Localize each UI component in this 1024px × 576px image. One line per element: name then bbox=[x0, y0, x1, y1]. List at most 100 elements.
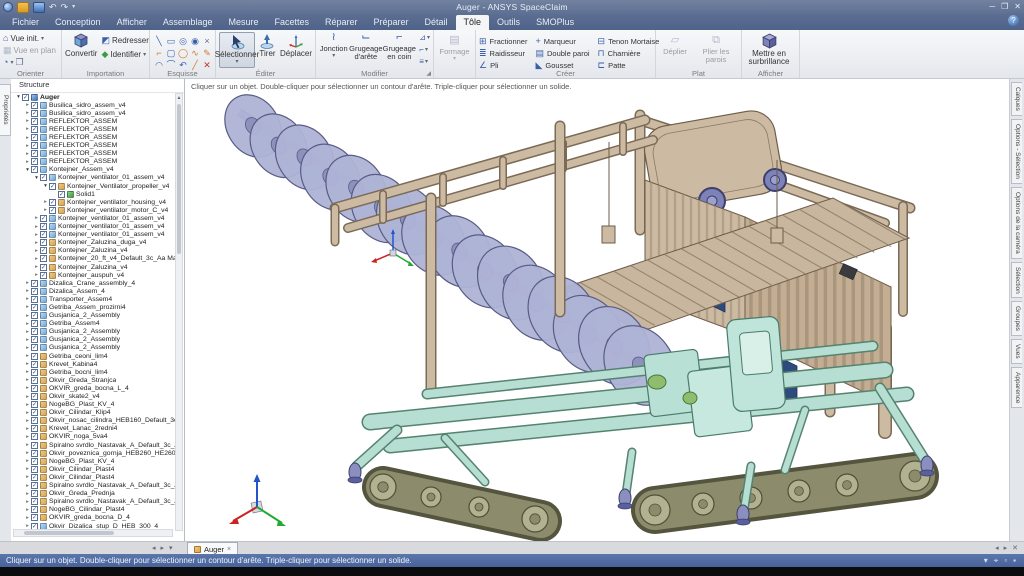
collapse-icon[interactable]: ▾ bbox=[33, 175, 40, 181]
vue-init-button[interactable]: ⌂ Vue init.▾ bbox=[3, 32, 58, 44]
collapse-icon[interactable]: ▾ bbox=[15, 94, 22, 100]
tree-item[interactable]: ▸✓Okvir_Cilindar_Plast4 bbox=[11, 465, 176, 473]
deplier-button[interactable]: ▱ Déplier bbox=[659, 35, 691, 68]
visibility-checkbox[interactable]: ✓ bbox=[31, 514, 38, 521]
visibility-checkbox[interactable]: ✓ bbox=[22, 94, 29, 101]
visibility-checkbox[interactable]: ✓ bbox=[31, 288, 38, 295]
circle-3pt-icon[interactable]: ◉ bbox=[189, 35, 201, 47]
visibility-checkbox[interactable]: ✓ bbox=[31, 458, 38, 465]
expand-icon[interactable]: ▸ bbox=[24, 110, 31, 116]
tree-item[interactable]: ▸✓OKVIR_greda_bocna_D_4 bbox=[11, 514, 176, 522]
collapse-icon[interactable]: ▾ bbox=[42, 183, 49, 189]
pen-icon[interactable]: ✎ bbox=[201, 47, 213, 59]
visibility-checkbox[interactable]: ✓ bbox=[31, 385, 38, 392]
expand-icon[interactable]: ▸ bbox=[24, 491, 31, 497]
visibility-checkbox[interactable]: ✓ bbox=[40, 264, 47, 271]
visibility-checkbox[interactable]: ✓ bbox=[31, 134, 38, 141]
tree-item[interactable]: ▸✓Okvir_Cilindar_Plast4 bbox=[11, 473, 176, 481]
fractionner-button[interactable]: ⊞Fractionner bbox=[479, 35, 527, 47]
tree-item[interactable]: ▸✓Kontejner_Zaluzina_duga_v4 bbox=[11, 239, 176, 247]
expand-icon[interactable]: ▸ bbox=[24, 329, 31, 335]
tree-item[interactable]: ▸✓Busilica_sidro_assem_v4 bbox=[11, 109, 176, 117]
tree-item[interactable]: ▸✓Dizalica_Crane_assembly_4 bbox=[11, 279, 176, 287]
expand-icon[interactable]: ▸ bbox=[24, 394, 31, 400]
expand-icon[interactable]: ▸ bbox=[33, 224, 40, 230]
visibility-checkbox[interactable]: ✓ bbox=[31, 328, 38, 335]
ellipse-icon[interactable]: ◯ bbox=[177, 47, 189, 59]
tree-item[interactable]: ▸✓Busilica_sidro_assem_v4 bbox=[11, 101, 176, 109]
tree-item[interactable]: ▸✓Okvir_nosac_cilindra_HEB160_Default_3c bbox=[11, 417, 176, 425]
expand-icon[interactable]: ▸ bbox=[24, 321, 31, 327]
visibility-checkbox[interactable]: ✓ bbox=[31, 409, 38, 416]
tree-item[interactable]: ▸✓Okvir_Greda_Prednja bbox=[11, 490, 176, 498]
expand-icon[interactable]: ▸ bbox=[33, 240, 40, 246]
visibility-checkbox[interactable]: ✓ bbox=[31, 126, 38, 133]
tree-item[interactable]: ▸✓Okvir_poveznica_gornja_HEB260_HE260B bbox=[11, 449, 176, 457]
tirer-button[interactable]: Tirer bbox=[259, 32, 276, 68]
edit-junction-icon[interactable]: ≡▾ bbox=[419, 56, 430, 67]
expand-icon[interactable]: ▸ bbox=[24, 361, 31, 367]
visibility-checkbox[interactable]: ✓ bbox=[31, 498, 38, 505]
expand-icon[interactable]: ▸ bbox=[33, 272, 40, 278]
visibility-checkbox[interactable]: ✓ bbox=[31, 433, 38, 440]
tree-item[interactable]: ▸✓Getriba_bocni_lim4 bbox=[11, 368, 176, 376]
tree-item[interactable]: ▸✓Getriba_ceoni_lim4 bbox=[11, 352, 176, 360]
tree-item[interactable]: ▸✓Krevet_Lanac_2redni4 bbox=[11, 425, 176, 433]
tree-item[interactable]: ▸✓NogeBG_Plast_KV_4 bbox=[11, 457, 176, 465]
visibility-checkbox[interactable]: ✓ bbox=[40, 247, 47, 254]
line-icon[interactable]: ╲ bbox=[153, 35, 165, 47]
properties-side-tab[interactable]: Propriétés bbox=[0, 84, 11, 136]
tree-item[interactable]: ▸✓Okvir_skate2_v4 bbox=[11, 392, 176, 400]
ribbon-tab-assemblage[interactable]: Assemblage bbox=[155, 15, 221, 30]
maximize-button[interactable]: ❐ bbox=[1001, 0, 1008, 13]
expand-icon[interactable]: ▸ bbox=[33, 264, 40, 270]
tree-item[interactable]: ▾✓Kontejner_Ventilator_propeller_v4 bbox=[11, 182, 176, 190]
grugeage-arete-button[interactable]: ⌙ Grugeage d'arête bbox=[348, 32, 383, 68]
visibility-checkbox[interactable]: ✓ bbox=[31, 304, 38, 311]
visibility-checkbox[interactable]: ✓ bbox=[40, 239, 47, 246]
visibility-checkbox[interactable]: ✓ bbox=[31, 166, 38, 173]
visibility-checkbox[interactable]: ✓ bbox=[49, 183, 56, 190]
tree-item[interactable]: ▸✓Gusjanica_2_Assembly bbox=[11, 328, 176, 336]
visibility-checkbox[interactable]: ✓ bbox=[31, 336, 38, 343]
side-tab-options-de-la-cam-ra[interactable]: Options de la caméra bbox=[1011, 187, 1022, 259]
visibility-checkbox[interactable]: ✓ bbox=[31, 425, 38, 432]
visibility-checkbox[interactable]: ✓ bbox=[58, 191, 65, 198]
expand-icon[interactable]: ▸ bbox=[24, 304, 31, 310]
jonction-button[interactable]: ≀ Jonction▾ bbox=[319, 32, 348, 68]
tree-item[interactable]: ▸✓Kontejner_Zaluzina_v4 bbox=[11, 247, 176, 255]
tree-item[interactable]: ▸✓Kontejner_Zaluzina_v4 bbox=[11, 263, 176, 271]
expand-icon[interactable]: ▸ bbox=[24, 337, 31, 343]
expand-icon[interactable]: ▸ bbox=[24, 434, 31, 440]
auger-3d-model[interactable] bbox=[185, 79, 1010, 541]
redresser-button[interactable]: ◩ Redresser bbox=[101, 34, 148, 46]
scrollbar-thumb[interactable] bbox=[24, 531, 114, 535]
close-button[interactable]: ✕ bbox=[1014, 0, 1021, 13]
charniere-button[interactable]: ⊓Charnière bbox=[598, 47, 660, 59]
visibility-checkbox[interactable]: ✓ bbox=[31, 417, 38, 424]
side-tab-apparence[interactable]: Apparence bbox=[1011, 367, 1022, 408]
expand-icon[interactable]: ▸ bbox=[24, 159, 31, 165]
expand-icon[interactable]: ▸ bbox=[24, 418, 31, 424]
expand-icon[interactable]: ▸ bbox=[33, 215, 40, 221]
visibility-checkbox[interactable]: ✓ bbox=[31, 506, 38, 513]
expand-icon[interactable]: ▸ bbox=[24, 466, 31, 472]
visibility-checkbox[interactable]: ✓ bbox=[31, 118, 38, 125]
expand-icon[interactable]: ▸ bbox=[24, 296, 31, 302]
expand-icon[interactable]: ▸ bbox=[24, 280, 31, 286]
split-face-icon[interactable]: ⊿▾ bbox=[419, 32, 430, 43]
construction-point-icon[interactable]: × bbox=[201, 35, 213, 47]
tree-item[interactable]: ▸✓REFLEKTOR_ASSEM bbox=[11, 158, 176, 166]
tab-close-icon[interactable]: × bbox=[227, 546, 231, 553]
tree-item[interactable]: ▸✓Gusjanica_2_Assembly bbox=[11, 312, 176, 320]
expand-icon[interactable]: ▸ bbox=[24, 353, 31, 359]
visibility-checkbox[interactable]: ✓ bbox=[31, 110, 38, 117]
scroll-up-icon[interactable]: ▲ bbox=[176, 94, 182, 102]
visibility-checkbox[interactable]: ✓ bbox=[31, 450, 38, 457]
tree-item[interactable]: ▸✓Transporter_Assem4 bbox=[11, 295, 176, 303]
raidisseur-button[interactable]: ≣Raidisseur bbox=[479, 47, 527, 59]
visibility-checkbox[interactable]: ✓ bbox=[49, 207, 56, 214]
ribbon-tab-détail[interactable]: Détail bbox=[417, 15, 456, 30]
minimize-button[interactable]: ─ bbox=[989, 0, 995, 13]
rounded-rect-icon[interactable]: ▢ bbox=[165, 47, 177, 59]
